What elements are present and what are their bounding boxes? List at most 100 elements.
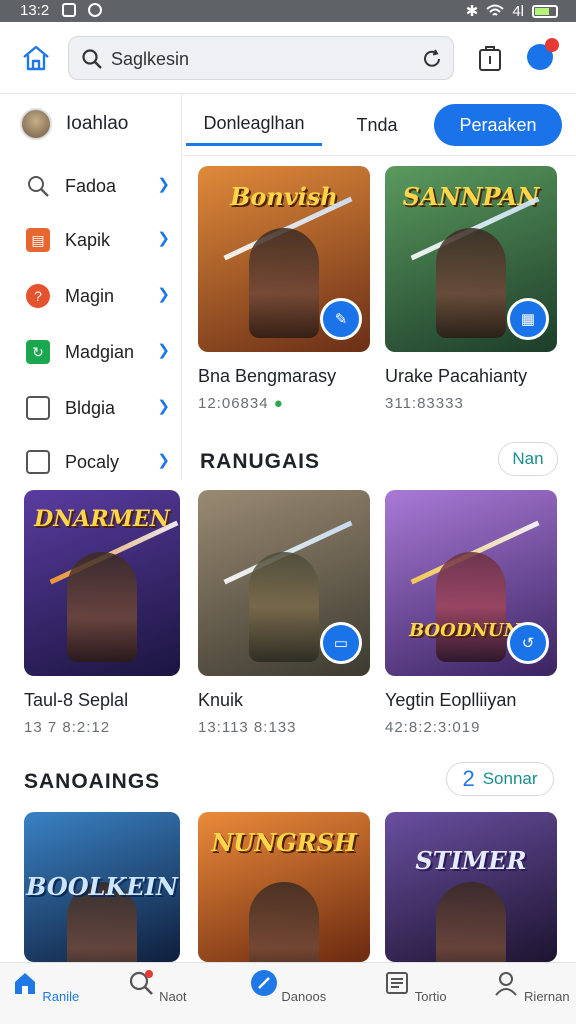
game-art-title: STIMER bbox=[415, 846, 527, 875]
sidebar-item-pocaly[interactable]: Pocaly ❯ bbox=[26, 444, 170, 480]
game-card[interactable]: SANNPAN ▦ Urake Pacahianty 311:83333 bbox=[385, 166, 557, 412]
status-time: 13:2 bbox=[20, 2, 50, 19]
game-thumbnail: DNARMEN bbox=[24, 490, 180, 676]
game-thumbnail: STIMER bbox=[385, 812, 557, 962]
nav-label: Riernan bbox=[524, 989, 570, 1004]
compass-icon bbox=[250, 970, 277, 996]
game-card[interactable]: Bonvish ✎ Bna Bengmarasy 12:06834 ● bbox=[198, 166, 370, 412]
chevron-right-icon: ❯ bbox=[157, 398, 170, 415]
chevron-right-icon: ❯ bbox=[157, 286, 170, 303]
sidebar-item-madgian[interactable]: ↻ Madgian ❯ bbox=[26, 334, 170, 370]
refresh-icon: ↻ bbox=[26, 340, 50, 364]
game-title: Taul-8 Seplal bbox=[24, 690, 129, 710]
game-art-title: BOOLKEIN bbox=[26, 872, 178, 901]
avatar bbox=[20, 108, 52, 140]
game-subtitle: 13 7 8:2:12 bbox=[24, 719, 111, 736]
sidebar-item-label: Pocaly bbox=[65, 451, 120, 472]
home-icon[interactable] bbox=[20, 42, 52, 74]
game-card[interactable]: STIMER bbox=[385, 812, 557, 962]
game-card[interactable]: BOOLKEIN bbox=[24, 812, 180, 962]
game-subtitle: 311:83333 bbox=[385, 395, 464, 412]
chevron-right-icon: ❯ bbox=[157, 230, 170, 247]
nav-item-tortio[interactable]: Tortio bbox=[370, 969, 460, 1004]
sidebar-user[interactable]: Ioahlao bbox=[20, 108, 128, 140]
game-art-title: SANNPAN bbox=[402, 182, 540, 211]
calendar-icon[interactable]: ▭ bbox=[320, 622, 362, 664]
chat-icon[interactable]: ↺ bbox=[507, 622, 549, 664]
sidebar-item-label: Fadoa bbox=[65, 175, 117, 196]
sidebar-item-kapik[interactable]: ▤ Kapik ❯ bbox=[26, 222, 170, 258]
chevron-right-icon: ❯ bbox=[157, 176, 170, 193]
tab-donleaglhan[interactable]: Donleaglhan bbox=[186, 104, 322, 146]
game-card[interactable]: BOODNUNS ↺ Yegtin Eoplliiyan 42:8:2:3:01… bbox=[385, 490, 557, 736]
game-subtitle: 12:06834 ● bbox=[198, 395, 284, 412]
search-icon bbox=[82, 49, 102, 69]
game-art-title: DNARMEN bbox=[34, 506, 170, 532]
news-icon bbox=[386, 972, 409, 994]
sidebar-item-label: Madgian bbox=[65, 341, 135, 362]
nav-label: Tortio bbox=[414, 989, 447, 1004]
game-thumbnail: BOODNUNS ↺ bbox=[385, 490, 557, 676]
sidebar-item-label: Magin bbox=[65, 285, 115, 306]
game-art-title: NUNGRSH bbox=[211, 828, 357, 857]
refresh-icon[interactable] bbox=[421, 48, 443, 70]
section-title-rankings: RANUGAIS bbox=[200, 450, 321, 473]
game-card[interactable]: ▭ Knuik 13:113 8:133 bbox=[198, 490, 370, 736]
game-thumbnail: Bonvish ✎ bbox=[198, 166, 370, 352]
game-title: Bna Bengmarasy bbox=[198, 366, 337, 386]
bag-icon[interactable] bbox=[478, 44, 502, 72]
section-title-savings: SANOAINGS bbox=[24, 770, 161, 793]
pen-icon[interactable]: ✎ bbox=[320, 298, 362, 340]
search-input[interactable] bbox=[111, 45, 401, 73]
home-icon bbox=[14, 973, 35, 994]
nav-item-ranile[interactable]: Ranile bbox=[0, 969, 90, 1004]
top-bar bbox=[0, 22, 576, 94]
status-bar: 13:2 ✱ 4l bbox=[0, 0, 576, 22]
nav-item-danoos[interactable]: Danoos bbox=[243, 969, 333, 1004]
savings-more-button[interactable]: 2 Sonnar bbox=[446, 762, 554, 796]
app-notification-icon bbox=[88, 3, 102, 17]
game-thumbnail: BOOLKEIN bbox=[24, 812, 180, 962]
sidebar-item-label: Bldgia bbox=[65, 397, 116, 418]
game-thumbnail: ▭ bbox=[198, 490, 370, 676]
game-title: Yegtin Eoplliiyan bbox=[385, 690, 517, 710]
game-thumbnail: NUNGRSH bbox=[198, 812, 370, 962]
nav-item-riernan[interactable]: Riernan bbox=[486, 969, 576, 1004]
tab-bar: Donleaglhan Tnda Peraaken bbox=[182, 94, 576, 156]
bottom-nav: Ranile Naot Danoos Tortio Riernan bbox=[0, 962, 576, 1024]
savings-count: 2 bbox=[462, 766, 475, 791]
wifi-icon bbox=[486, 4, 504, 16]
notification-dot bbox=[545, 38, 559, 52]
calendar-icon[interactable]: ▦ bbox=[507, 298, 549, 340]
savings-more-label: Sonnar bbox=[482, 769, 538, 788]
game-art-title: Bonvish bbox=[230, 182, 338, 211]
chevron-right-icon: ❯ bbox=[157, 342, 170, 359]
sidebar-item-fadoa[interactable]: Fadoa ❯ bbox=[26, 168, 170, 204]
nav-item-naot[interactable]: Naot bbox=[112, 969, 202, 1004]
sidebar: Ioahlao Fadoa ❯ ▤ Kapik ❯ ? Magin ❯ ↻ Ma… bbox=[0, 94, 182, 480]
search-icon bbox=[130, 970, 154, 995]
search-box[interactable] bbox=[68, 36, 454, 80]
sidebar-item-label: Kapik bbox=[65, 229, 111, 250]
image-icon: ▤ bbox=[26, 228, 50, 252]
game-title: Knuik bbox=[198, 690, 244, 710]
chevron-right-icon: ❯ bbox=[157, 452, 170, 469]
rankings-more-button[interactable]: Nan bbox=[498, 442, 558, 476]
game-card[interactable]: DNARMEN Taul-8 Seplal 13 7 8:2:12 bbox=[24, 490, 180, 736]
sidebar-user-name: Ioahlao bbox=[66, 113, 129, 134]
game-card[interactable]: NUNGRSH bbox=[198, 812, 370, 962]
sidebar-item-magin[interactable]: ? Magin ❯ bbox=[26, 278, 170, 314]
notification-icon bbox=[62, 3, 76, 17]
sidebar-item-bldgia[interactable]: Bldgia ❯ bbox=[26, 390, 170, 426]
profile-button[interactable] bbox=[527, 38, 559, 70]
game-thumbnail: SANNPAN ▦ bbox=[385, 166, 557, 352]
profile-icon bbox=[495, 972, 518, 996]
wallet-icon bbox=[26, 396, 50, 420]
battery-icon bbox=[532, 4, 558, 18]
nav-label: Ranile bbox=[42, 989, 80, 1004]
game-subtitle: 42:8:2:3:019 bbox=[385, 719, 481, 736]
document-icon bbox=[26, 450, 50, 474]
tab-peraaken-button[interactable]: Peraaken bbox=[434, 104, 562, 146]
tab-tnda[interactable]: Tnda bbox=[342, 104, 412, 146]
search-icon bbox=[28, 176, 49, 197]
